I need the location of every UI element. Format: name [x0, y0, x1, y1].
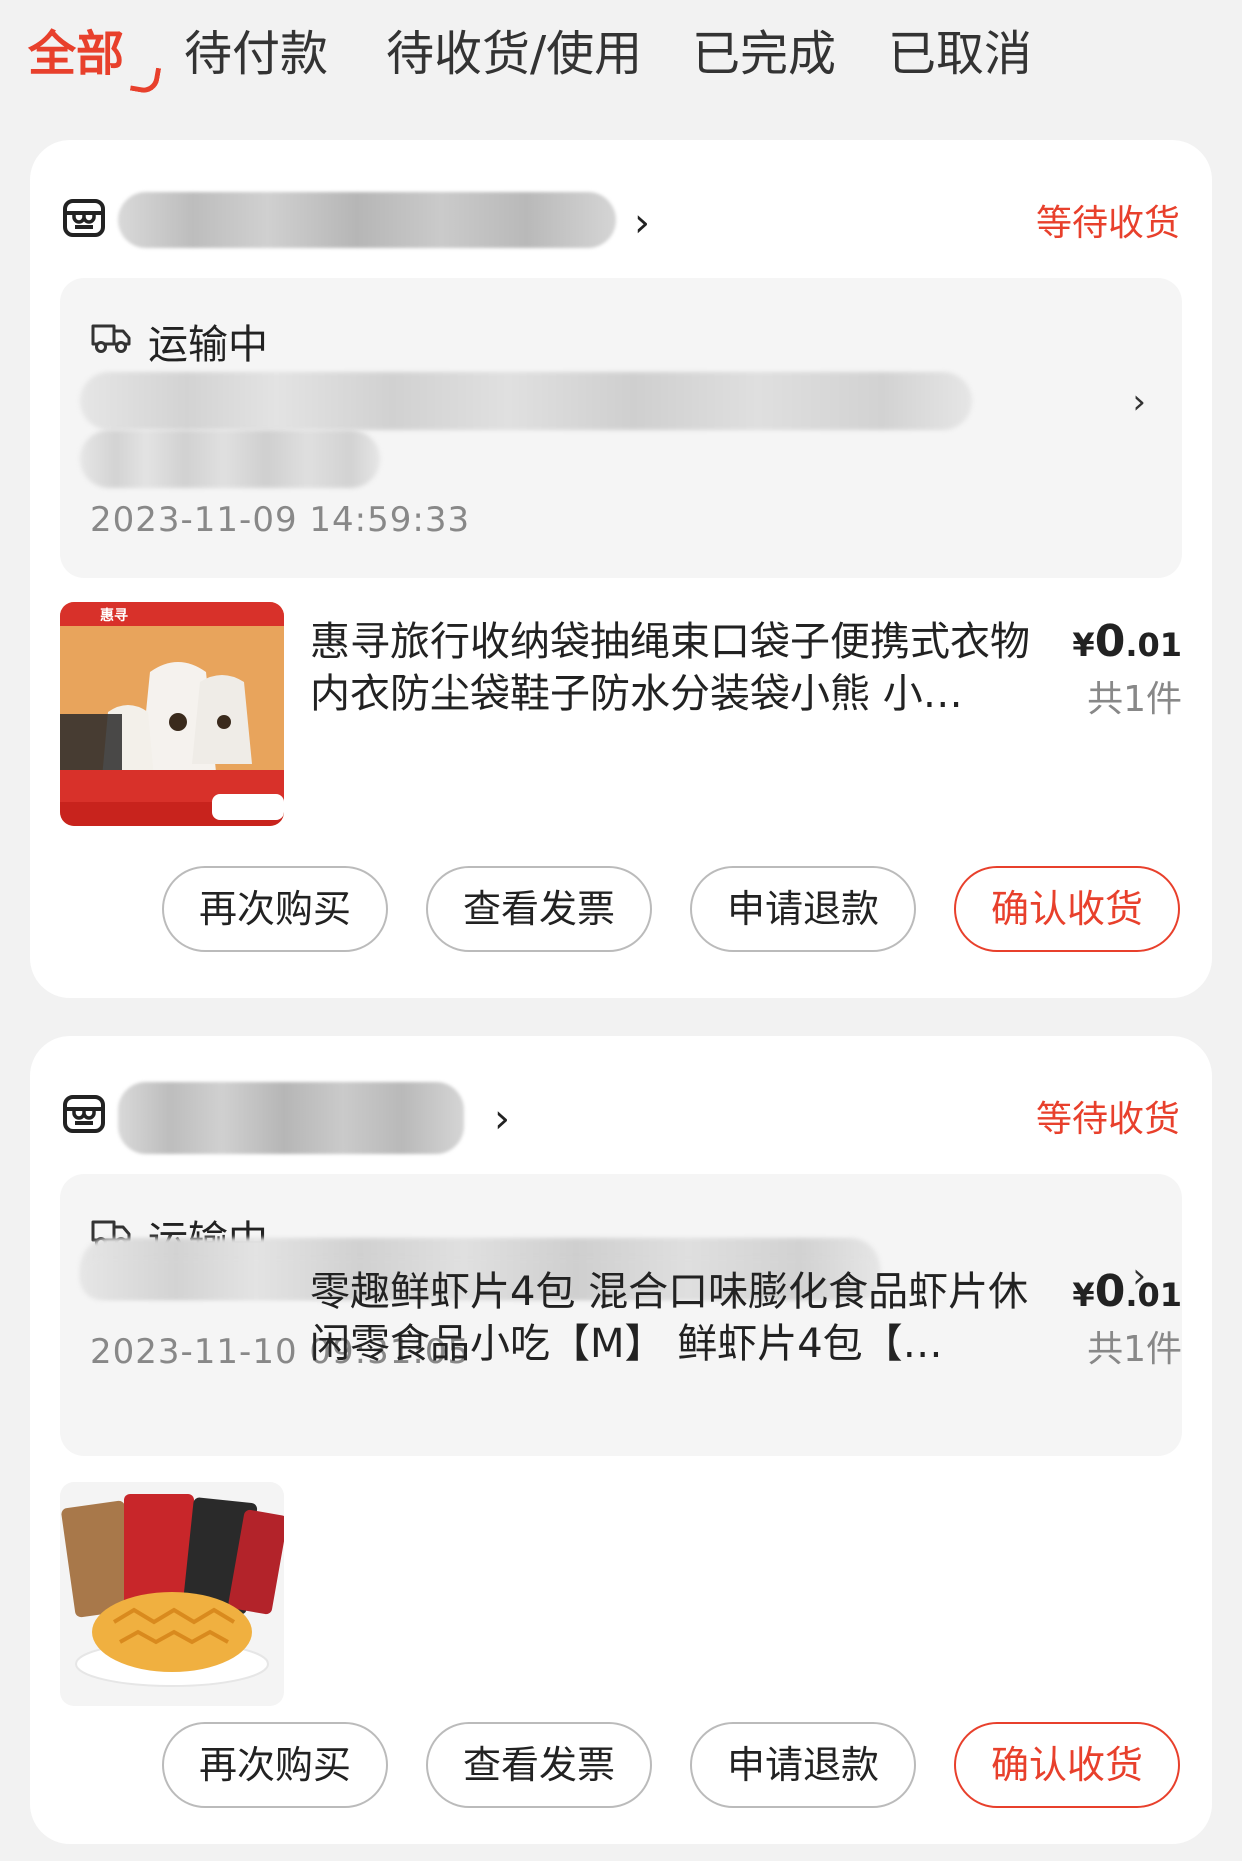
shop-row[interactable]: ›: [62, 192, 1182, 248]
product-title[interactable]: 惠寻旅行收纳袋抽绳束口袋子便携式衣物内衣防尘袋鞋子防水分装袋小熊 小…: [310, 616, 1050, 720]
view-invoice-button[interactable]: 查看发票: [426, 1722, 652, 1808]
order-status: 等待收货: [1035, 1099, 1180, 1140]
shop-icon: [63, 1095, 105, 1133]
order-filter-tabs: 全部 待付款 待收货/使用 已完成 已取消: [0, 0, 1242, 100]
shop-name-redacted: [118, 1082, 464, 1154]
chevron-right-icon: ›: [634, 200, 650, 246]
buy-again-button[interactable]: 再次购买: [162, 866, 388, 952]
view-invoice-button[interactable]: 查看发票: [426, 866, 652, 952]
price-decimal: .01: [1125, 626, 1182, 664]
product-thumbnail[interactable]: 惠寻: [60, 602, 284, 826]
logistics-time: 2023-11-09 14:59:33: [90, 500, 471, 540]
order-card: › 等待收货 运输中 2023-11-10 09:31:05 › 零趣鲜虾片4包…: [30, 1036, 1212, 1844]
product-quantity: 共1件: [1087, 679, 1182, 720]
tab-pending-payment[interactable]: 待付款: [184, 14, 328, 84]
chevron-right-icon: ›: [494, 1096, 510, 1142]
price-symbol: ¥: [1072, 1276, 1095, 1314]
order-card: › 等待收货 运输中 2023-11-09 14:59:33 › 惠寻 惠寻旅行…: [30, 140, 1212, 998]
order-status: 等待收货: [1035, 203, 1180, 244]
request-refund-button[interactable]: 申请退款: [690, 1722, 916, 1808]
logistics-detail-redacted: [80, 430, 380, 488]
product-price: ¥0.01: [1072, 1266, 1182, 1317]
shop-row[interactable]: ›: [62, 1082, 1182, 1154]
tab-all[interactable]: 全部: [28, 14, 124, 84]
request-refund-button[interactable]: 申请退款: [690, 866, 916, 952]
logistics-status: 运输中: [148, 322, 268, 368]
product-quantity: 共1件: [1087, 1329, 1182, 1370]
confirm-receipt-button[interactable]: 确认收货: [954, 866, 1180, 952]
confirm-receipt-button[interactable]: 确认收货: [954, 1722, 1180, 1808]
tab-active-indicator: [129, 63, 162, 96]
product-title[interactable]: 零趣鲜虾片4包 混合口味膨化食品虾片休闲零食品小吃【M】 鲜虾片4包【…: [310, 1266, 1050, 1370]
thumb-brand: 惠寻: [100, 607, 128, 624]
tab-pending-receipt[interactable]: 待收货/使用: [386, 14, 642, 84]
tab-cancelled[interactable]: 已取消: [888, 14, 1032, 84]
logistics-detail-redacted: [80, 372, 972, 430]
chevron-right-icon: ›: [1132, 382, 1146, 422]
shop-name-redacted: [118, 192, 616, 248]
shop-icon: [63, 199, 105, 237]
truck-icon: [91, 324, 131, 353]
product-thumbnail[interactable]: [60, 1482, 284, 1706]
price-symbol: ¥: [1072, 626, 1095, 664]
product-price: ¥0.01: [1072, 616, 1182, 667]
price-integer: 0: [1094, 1266, 1126, 1317]
price-decimal: .01: [1125, 1276, 1182, 1314]
logistics-panel[interactable]: 运输中 2023-11-09 14:59:33 ›: [60, 278, 1182, 578]
price-integer: 0: [1094, 616, 1126, 667]
tab-completed[interactable]: 已完成: [692, 14, 836, 84]
buy-again-button[interactable]: 再次购买: [162, 1722, 388, 1808]
